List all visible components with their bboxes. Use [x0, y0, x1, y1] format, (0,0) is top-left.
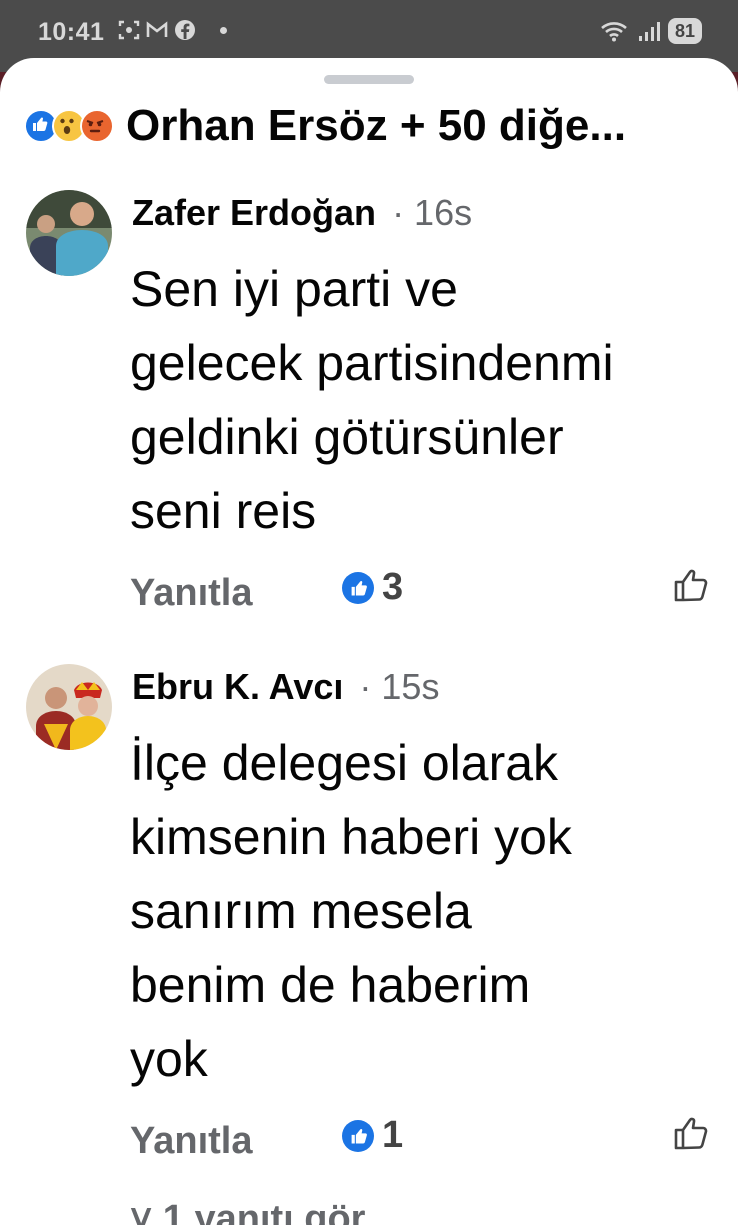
comment-text: Sen iyi parti ve gelecek partisindenmi g…	[130, 252, 730, 548]
comment-text-line: Sen iyi parti ve	[130, 261, 458, 317]
comment-actions: Yanıtla 1	[130, 1114, 710, 1170]
view-replies-link[interactable]: ˅ 1 yanıtı gör	[130, 1198, 365, 1225]
comment-author[interactable]: Zafer Erdoğan	[132, 192, 376, 233]
comment-text-line: benim de haberim	[130, 957, 531, 1013]
reply-button[interactable]: Yanıtla	[130, 1120, 253, 1163]
avatar[interactable]	[26, 664, 112, 750]
comment-text-line: sanırım mesela	[130, 883, 472, 939]
like-count-number: 1	[382, 1114, 404, 1156]
comment-text-line: kimsenin haberi yok	[130, 809, 572, 865]
gmail-icon	[146, 21, 168, 37]
comment-actions: Yanıtla 3	[130, 566, 710, 622]
angry-icon	[80, 109, 114, 143]
comment-time: · 16s	[392, 192, 473, 233]
signal-icon	[638, 22, 660, 41]
screenshot-icon	[118, 20, 140, 40]
more-notifications-dot	[220, 26, 227, 34]
comment-text-line: seni reis	[130, 483, 317, 539]
thumbs-up-icon[interactable]	[672, 1114, 710, 1152]
comment-text-line: İlçe delegesi olarak	[130, 735, 559, 791]
comment-author[interactable]: Ebru K. Avcı	[132, 666, 343, 707]
thumbs-up-icon[interactable]	[672, 566, 710, 604]
comment-header: Zafer Erdoğan · 16s	[132, 192, 472, 234]
comments-sheet: Orhan Ersöz + 50 diğe... Zafer Erdoğan ·…	[0, 58, 738, 1225]
comment-text-line: geldinki götürsünler	[130, 409, 564, 465]
comment-text: İlçe delegesi olarak kimsenin haberi yok…	[130, 726, 730, 1096]
avatar[interactable]	[26, 190, 112, 276]
reactions-summary[interactable]: Orhan Ersöz + 50 diğe...	[24, 98, 706, 154]
reply-button[interactable]: Yanıtla	[130, 572, 253, 615]
status-time: 10:41	[38, 18, 105, 46]
status-notification-icons	[118, 19, 227, 41]
comment-text-line: gelecek partisindenmi	[130, 335, 614, 391]
comment-header: Ebru K. Avcı · 15s	[132, 666, 439, 708]
status-system-icons: 81	[600, 18, 702, 44]
like-count[interactable]: 3	[342, 566, 403, 609]
like-count-number: 3	[382, 566, 404, 608]
comment-time: · 15s	[359, 666, 440, 707]
sheet-drag-handle[interactable]	[324, 75, 414, 84]
reactors-summary-text[interactable]: Orhan Ersöz + 50 diğe...	[126, 101, 706, 151]
like-badge-icon	[342, 571, 374, 604]
facebook-icon	[175, 20, 195, 40]
battery-indicator: 81	[667, 18, 702, 44]
comment-text-line: yok	[130, 1031, 208, 1087]
wifi-icon	[601, 22, 627, 42]
like-badge-icon	[342, 1119, 374, 1152]
like-count[interactable]: 1	[342, 1114, 403, 1157]
